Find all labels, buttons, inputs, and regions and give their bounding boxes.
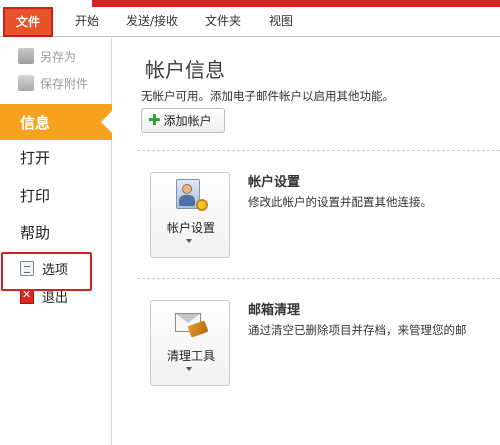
cleanup-tools-button[interactable]: 清理工具 xyxy=(150,300,230,386)
backstage-nav: 另存为 保存附件 信息 打开 打印 帮助 选项 退出 xyxy=(0,38,113,445)
cleanup-tools-button-label: 清理工具 xyxy=(166,349,215,363)
add-account-label: 添加帐户 xyxy=(163,114,212,128)
ribbon-tab-bar: 文件 开始 发送/接收 文件夹 视图 xyxy=(0,7,500,37)
account-settings-icon xyxy=(176,179,208,213)
nav-info-label: 信息 xyxy=(20,113,51,132)
nav-save-as[interactable]: 另存为 xyxy=(18,45,76,67)
title-strip xyxy=(0,0,500,7)
account-settings-button-label: 帐户设置 xyxy=(166,221,215,235)
tab-file[interactable]: 文件 xyxy=(3,7,53,37)
nav-info[interactable]: 信息 xyxy=(0,104,113,140)
add-account-button[interactable]: ✚ 添加帐户 xyxy=(141,108,225,133)
nav-save-as-label: 另存为 xyxy=(40,49,77,64)
mailbox-cleanup-description: 通过清空已删除项目并存档，来管理您的邮 xyxy=(248,323,467,337)
nav-print[interactable]: 打印 xyxy=(20,182,50,210)
save-as-icon xyxy=(18,48,34,64)
mailbox-cleanup-title: 邮箱清理 xyxy=(248,303,301,318)
account-settings-title: 帐户设置 xyxy=(248,175,301,190)
tab-send-receive[interactable]: 发送/接收 xyxy=(122,7,182,37)
divider xyxy=(137,278,500,279)
page-description: 无帐户可用。添加电子邮件帐户以启用其他功能。 xyxy=(141,89,394,103)
nav-help[interactable]: 帮助 xyxy=(20,219,50,247)
nav-open[interactable]: 打开 xyxy=(20,144,50,172)
nav-save-attachments-label: 保存附件 xyxy=(40,76,89,91)
dropdown-caret-icon xyxy=(186,239,192,243)
dropdown-caret-icon xyxy=(186,367,192,371)
plus-icon: ✚ xyxy=(148,111,161,129)
mailbox-cleanup-icon xyxy=(173,307,209,341)
nav-save-attachments[interactable]: 保存附件 xyxy=(18,72,88,94)
options-highlight-annotation xyxy=(1,252,92,291)
divider xyxy=(137,150,500,151)
page-title: 帐户信息 xyxy=(145,58,225,82)
account-settings-button[interactable]: 帐户设置 xyxy=(150,172,230,258)
save-attachment-icon xyxy=(18,75,34,91)
tab-home[interactable]: 开始 xyxy=(72,7,102,37)
tab-view[interactable]: 视图 xyxy=(266,7,296,37)
title-strip-accent xyxy=(92,0,500,7)
account-info-panel: 帐户信息 无帐户可用。添加电子邮件帐户以启用其他功能。 ✚ 添加帐户 帐户设置 … xyxy=(113,38,500,445)
tab-folder[interactable]: 文件夹 xyxy=(203,7,243,37)
account-settings-description: 修改此帐户的设置并配置其他连接。 xyxy=(248,195,432,209)
